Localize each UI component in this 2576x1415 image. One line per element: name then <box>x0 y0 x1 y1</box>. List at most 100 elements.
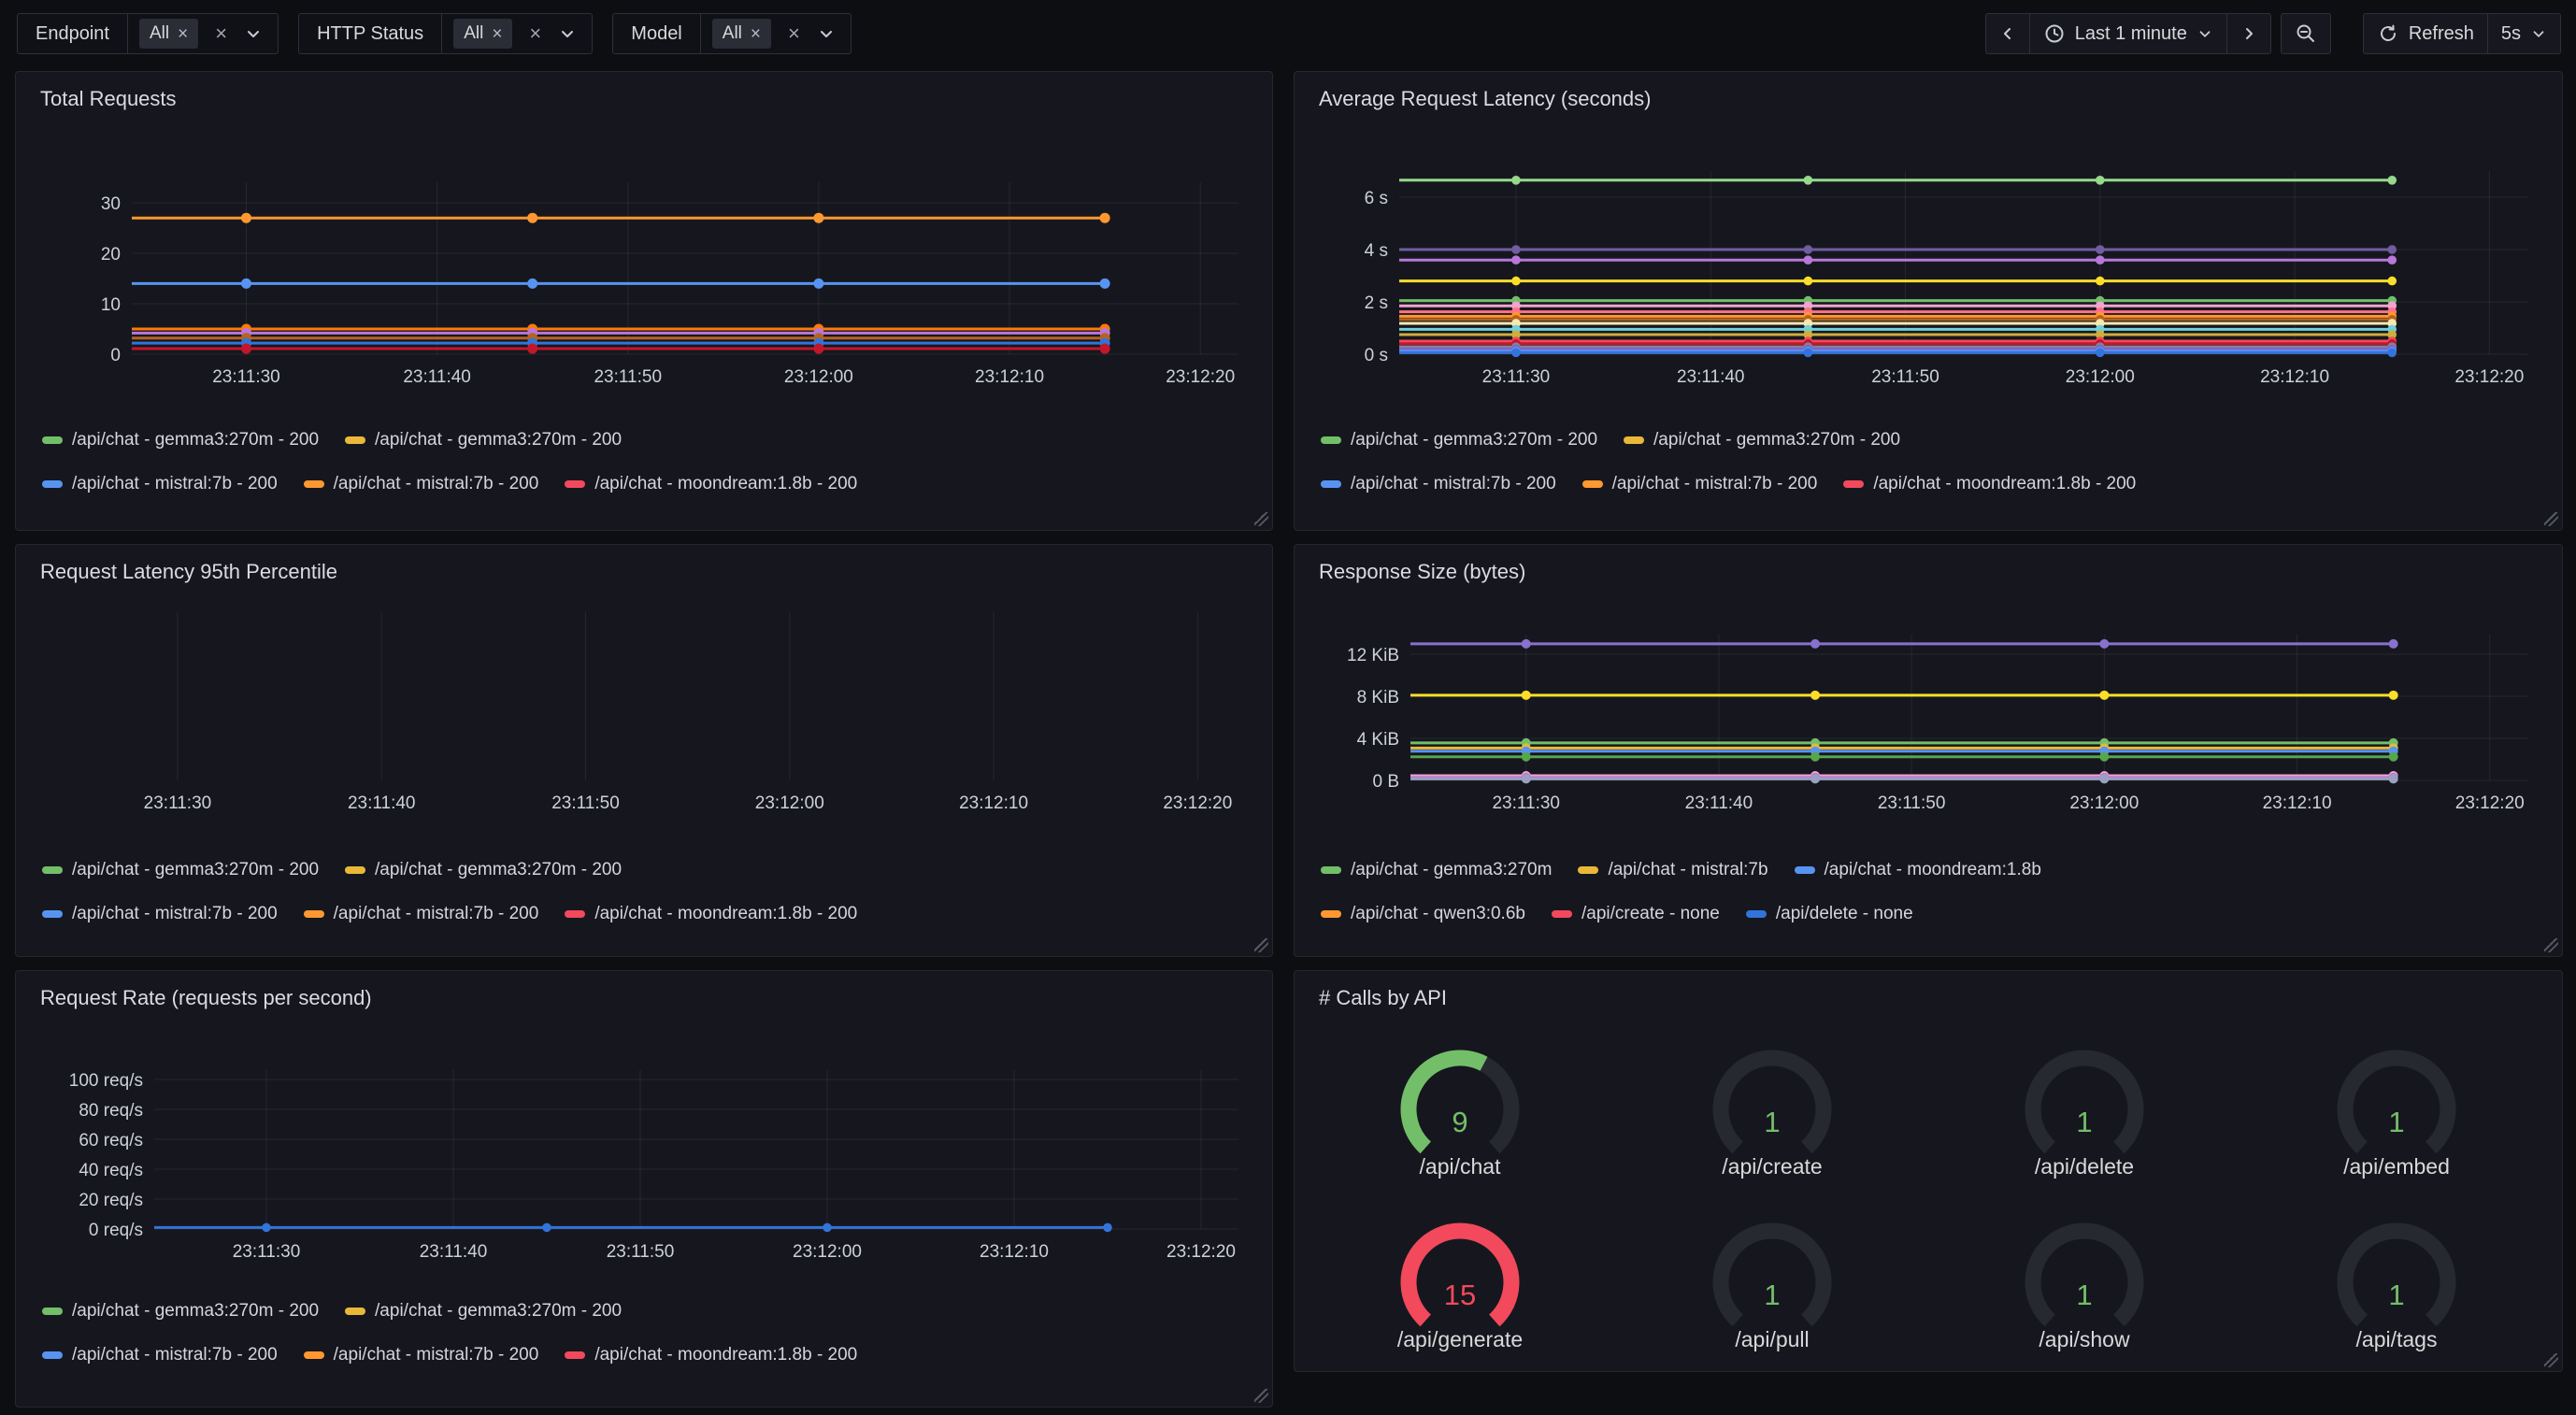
y-axis-tick-label: 10 <box>101 295 121 315</box>
latency-95th-chart[interactable]: 23:11:3023:11:4023:11:5023:12:0023:12:10… <box>31 597 1257 822</box>
legend-swatch-icon <box>304 480 324 488</box>
chip-remove-icon[interactable]: × <box>178 25 188 43</box>
legend-label: /api/chat - mistral:7b - 200 <box>72 1345 278 1365</box>
filter-value-chip[interactable]: All × <box>712 19 771 49</box>
response-size-chart[interactable]: 0 B4 KiB8 KiB12 KiB23:11:3023:11:4023:11… <box>1309 597 2547 822</box>
clear-selection-icon[interactable]: × <box>527 23 543 44</box>
panel-response-size: Response Size (bytes) 0 B4 KiB8 KiB12 Ki… <box>1294 544 2563 957</box>
y-axis-tick-label: 60 req/s <box>79 1131 143 1151</box>
legend-item[interactable]: /api/chat - gemma3:270m - 200 <box>42 430 319 450</box>
panel-resize-handle[interactable] <box>2544 938 2558 952</box>
series-point <box>2096 349 2105 358</box>
legend-label: /api/chat - moondream:1.8b - 200 <box>594 1345 857 1365</box>
series-point <box>2387 176 2397 185</box>
panel-title[interactable]: # Calls by API <box>1319 986 1447 1010</box>
legend-item[interactable]: /api/chat - moondream:1.8b - 200 <box>565 474 857 494</box>
clear-selection-icon[interactable]: × <box>213 23 229 44</box>
legend-item[interactable]: /api/chat - moondream:1.8b - 200 <box>565 904 857 924</box>
legend-row: /api/chat - mistral:7b - 200/api/chat - … <box>42 892 857 936</box>
legend-item[interactable]: /api/chat - gemma3:270m - 200 <box>345 1301 622 1322</box>
y-axis-tick-label: 40 req/s <box>79 1161 143 1180</box>
legend-label: /api/chat - mistral:7b <box>1608 860 1767 880</box>
clear-selection-icon[interactable]: × <box>786 23 802 44</box>
legend-item[interactable]: /api/chat - gemma3:270m - 200 <box>42 860 319 880</box>
legend-item[interactable]: /api/chat - gemma3:270m - 200 <box>1321 430 1597 450</box>
series-point <box>1810 774 1820 783</box>
zoom-out-time-button[interactable] <box>2282 14 2330 53</box>
series-point <box>1522 752 1531 762</box>
request-rate-chart[interactable]: 0 req/s20 req/s40 req/s60 req/s80 req/s1… <box>31 1023 1257 1274</box>
legend-item[interactable]: /api/chat - gemma3:270m - 200 <box>1624 430 1900 450</box>
legend-swatch-icon <box>1552 910 1572 918</box>
panel-title[interactable]: Average Request Latency (seconds) <box>1319 87 1651 111</box>
panel-resize-handle[interactable] <box>2544 512 2558 526</box>
legend-item[interactable]: /api/chat - mistral:7b - 200 <box>304 904 539 924</box>
legend-item[interactable]: /api/chat - mistral:7b - 200 <box>42 904 278 924</box>
filter-endpoint[interactable]: Endpoint All × × <box>17 13 279 54</box>
legend-item[interactable]: /api/chat - moondream:1.8b - 200 <box>565 1345 857 1365</box>
series-point <box>813 344 823 354</box>
gauge-arc: 15 <box>1380 1206 1540 1327</box>
refresh-button[interactable]: Refresh <box>2364 14 2487 53</box>
x-axis-tick-label: 23:12:10 <box>2260 367 2329 387</box>
chevron-down-icon[interactable] <box>244 24 263 43</box>
series-point <box>241 213 251 223</box>
total-requests-chart[interactable]: 010203023:11:3023:11:4023:11:5023:12:002… <box>31 137 1257 413</box>
legend-item[interactable]: /api/chat - mistral:7b - 200 <box>304 474 539 494</box>
time-range-picker-button[interactable]: Last 1 minute <box>2029 14 2226 53</box>
legend-item[interactable]: /api/chat - mistral:7b - 200 <box>1582 474 1818 494</box>
panel-title[interactable]: Request Rate (requests per second) <box>40 986 372 1010</box>
time-shift-back-button[interactable] <box>1986 14 2029 53</box>
legend-item[interactable]: /api/chat - mistral:7b - 200 <box>304 1345 539 1365</box>
filter-model-value[interactable]: All × × <box>701 14 851 53</box>
panel-title[interactable]: Response Size (bytes) <box>1319 560 1525 584</box>
panel-title[interactable]: Request Latency 95th Percentile <box>40 560 337 584</box>
legend-item[interactable]: /api/chat - qwen3:0.6b <box>1321 904 1525 924</box>
legend-item[interactable]: /api/chat - gemma3:270m - 200 <box>345 430 622 450</box>
legend-item[interactable]: /api/delete - none <box>1746 904 1913 924</box>
gauge-title: /api/chat <box>1420 1154 1501 1179</box>
filter-endpoint-value[interactable]: All × × <box>128 14 278 53</box>
x-axis-tick-label: 23:11:50 <box>1878 793 1946 813</box>
legend-swatch-icon <box>304 1351 324 1359</box>
legend-item[interactable]: /api/create - none <box>1552 904 1720 924</box>
legend-label: /api/create - none <box>1581 904 1720 924</box>
legend-item[interactable]: /api/chat - gemma3:270m - 200 <box>42 1301 319 1322</box>
panel-resize-handle[interactable] <box>2544 1353 2558 1367</box>
filter-value-chip[interactable]: All × <box>139 19 198 49</box>
legend-item[interactable]: /api/chat - mistral:7b - 200 <box>42 1345 278 1365</box>
y-axis-tick-label: 30 <box>101 194 121 214</box>
legend-item[interactable]: /api/chat - mistral:7b - 200 <box>1321 474 1556 494</box>
filter-model[interactable]: Model All × × <box>612 13 852 54</box>
legend-swatch-icon <box>345 866 365 874</box>
legend-swatch-icon <box>1843 480 1864 488</box>
series-point <box>542 1223 551 1233</box>
legend-item[interactable]: /api/chat - moondream:1.8b - 200 <box>1843 474 2136 494</box>
x-axis-tick-label: 23:11:30 <box>1492 793 1560 813</box>
legend-item[interactable]: /api/chat - mistral:7b <box>1578 860 1767 880</box>
legend-label: /api/chat - moondream:1.8b <box>1825 860 2041 880</box>
chip-remove-icon[interactable]: × <box>751 25 761 43</box>
gauge-value: 1 <box>2076 1279 2092 1311</box>
legend-row: /api/chat - mistral:7b - 200/api/chat - … <box>42 1333 857 1377</box>
series-point <box>1804 255 1813 264</box>
legend-item[interactable]: /api/chat - gemma3:270m <box>1321 860 1552 880</box>
legend-label: /api/chat - moondream:1.8b - 200 <box>594 904 857 924</box>
panel-resize-handle[interactable] <box>1254 938 1268 952</box>
panel-title[interactable]: Total Requests <box>40 87 177 111</box>
refresh-interval-button[interactable]: 5s <box>2487 14 2560 53</box>
chevron-down-icon[interactable] <box>558 24 577 43</box>
chevron-down-icon[interactable] <box>817 24 836 43</box>
legend-item[interactable]: /api/chat - moondream:1.8b <box>1795 860 2041 880</box>
chip-remove-icon[interactable]: × <box>492 25 502 43</box>
panel-resize-handle[interactable] <box>1254 512 1268 526</box>
legend-item[interactable]: /api/chat - mistral:7b - 200 <box>42 474 278 494</box>
legend-swatch-icon <box>565 910 585 918</box>
time-shift-forward-button[interactable] <box>2226 14 2270 53</box>
panel-resize-handle[interactable] <box>1254 1389 1268 1403</box>
filter-value-chip[interactable]: All × <box>453 19 512 49</box>
filter-http-status[interactable]: HTTP Status All × × <box>298 13 593 54</box>
average-latency-chart[interactable]: 0 s2 s4 s6 s23:11:3023:11:4023:11:5023:1… <box>1309 137 2547 413</box>
legend-item[interactable]: /api/chat - gemma3:270m - 200 <box>345 860 622 880</box>
filter-http-status-value[interactable]: All × × <box>442 14 592 53</box>
